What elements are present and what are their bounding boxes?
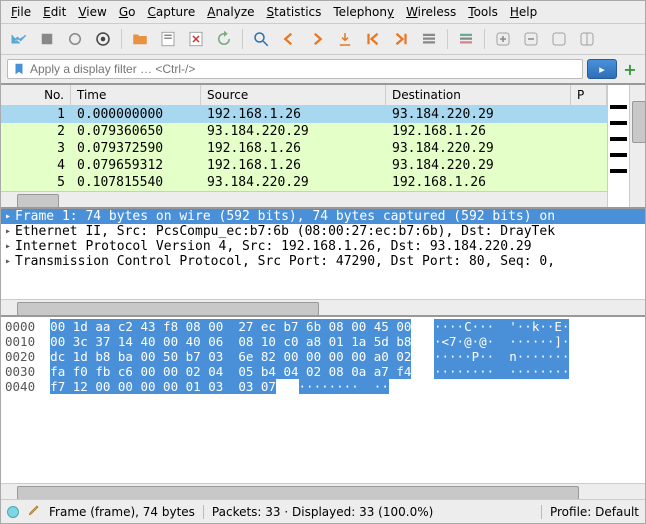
- hex-row[interactable]: 0030 fa f0 fb c6 00 00 02 04 05 b4 04 02…: [5, 364, 641, 379]
- col-protocol[interactable]: P: [571, 85, 607, 105]
- col-destination[interactable]: Destination: [386, 85, 571, 105]
- resize-columns-icon[interactable]: [575, 27, 599, 51]
- status-packets: Packets: 33 · Displayed: 33 (100.0%): [212, 505, 533, 519]
- packet-list-vscroll[interactable]: [629, 85, 645, 207]
- colorize-icon[interactable]: [454, 27, 478, 51]
- display-filter-input[interactable]: [30, 62, 578, 76]
- packet-list-pane: No. Time Source Destination P 10.0000000…: [1, 85, 645, 209]
- hex-row[interactable]: 0020 dc 1d b8 ba 00 50 b7 03 6e 82 00 00…: [5, 349, 641, 364]
- menu-file[interactable]: File: [7, 3, 35, 21]
- close-file-icon[interactable]: [184, 27, 208, 51]
- detail-row[interactable]: ▸Ethernet II, Src: PcsCompu_ec:b7:6b (08…: [1, 224, 645, 239]
- minimap[interactable]: [608, 85, 629, 207]
- stop-capture-icon[interactable]: [35, 27, 59, 51]
- packet-list-header[interactable]: No. Time Source Destination P: [1, 85, 607, 106]
- auto-scroll-icon[interactable]: [417, 27, 441, 51]
- filter-bar: ▸ +: [1, 55, 645, 85]
- menubar: File Edit View Go Capture Analyze Statis…: [1, 1, 645, 24]
- filter-add-button[interactable]: +: [621, 60, 639, 78]
- toolbar: [1, 24, 645, 55]
- bookmark-icon: [12, 62, 26, 76]
- hex-row[interactable]: 0040 f7 12 00 00 00 00 01 03 03 07 ·····…: [5, 379, 641, 394]
- edit-capture-comment-icon[interactable]: [27, 503, 41, 520]
- go-forward-icon[interactable]: [305, 27, 329, 51]
- filter-input-wrap[interactable]: [7, 59, 583, 79]
- filter-apply-button[interactable]: ▸: [587, 59, 617, 79]
- hex-row[interactable]: 0000 00 1d aa c2 43 f8 08 00 27 ec b7 6b…: [5, 319, 641, 334]
- zoom-out-icon[interactable]: [519, 27, 543, 51]
- hex-pane: 0000 00 1d aa c2 43 f8 08 00 27 ec b7 6b…: [1, 317, 645, 499]
- save-file-icon[interactable]: [156, 27, 180, 51]
- open-file-icon[interactable]: [128, 27, 152, 51]
- capture-options-icon[interactable]: [91, 27, 115, 51]
- find-packet-icon[interactable]: [249, 27, 273, 51]
- col-time[interactable]: Time: [71, 85, 201, 105]
- menu-go[interactable]: Go: [115, 3, 140, 21]
- status-bar: Frame (frame), 74 bytes Packets: 33 · Di…: [1, 499, 645, 523]
- menu-tools[interactable]: Tools: [464, 3, 502, 21]
- jump-to-icon[interactable]: [333, 27, 357, 51]
- start-capture-icon[interactable]: [7, 27, 31, 51]
- zoom-reset-icon[interactable]: [547, 27, 571, 51]
- expert-info-icon[interactable]: [7, 506, 19, 518]
- hex-rows[interactable]: 0000 00 1d aa c2 43 f8 08 00 27 ec b7 6b…: [1, 317, 645, 396]
- restart-capture-icon[interactable]: [63, 27, 87, 51]
- menu-wireless[interactable]: Wireless: [402, 3, 460, 21]
- packet-row[interactable]: 50.10781554093.184.220.29192.168.1.26: [1, 174, 607, 191]
- detail-row[interactable]: ▸Transmission Control Protocol, Src Port…: [1, 254, 645, 269]
- packet-row[interactable]: 10.000000000192.168.1.2693.184.220.29: [1, 106, 607, 123]
- menu-view[interactable]: View: [74, 3, 110, 21]
- reload-icon[interactable]: [212, 27, 236, 51]
- zoom-in-icon[interactable]: [491, 27, 515, 51]
- packet-minimap: [607, 85, 645, 207]
- menu-statistics[interactable]: Statistics: [263, 3, 326, 21]
- hex-row[interactable]: 0010 00 3c 37 14 40 00 40 06 08 10 c0 a8…: [5, 334, 641, 349]
- col-no[interactable]: No.: [1, 85, 71, 105]
- detail-row[interactable]: ▸Internet Protocol Version 4, Src: 192.1…: [1, 239, 645, 254]
- menu-edit[interactable]: Edit: [39, 3, 70, 21]
- packet-row[interactable]: 30.079372590192.168.1.2693.184.220.29: [1, 140, 607, 157]
- status-profile[interactable]: Profile: Default: [550, 505, 639, 519]
- hex-hscroll[interactable]: [1, 483, 645, 499]
- go-first-icon[interactable]: [361, 27, 385, 51]
- menu-help[interactable]: Help: [506, 3, 541, 21]
- menu-analyze[interactable]: Analyze: [203, 3, 258, 21]
- packet-details-pane: ▸Frame 1: 74 bytes on wire (592 bits), 7…: [1, 209, 645, 317]
- menu-telephony[interactable]: Telephony: [329, 3, 398, 21]
- status-frame: Frame (frame), 74 bytes: [49, 505, 195, 519]
- detail-row[interactable]: ▸Frame 1: 74 bytes on wire (592 bits), 7…: [1, 209, 645, 224]
- go-back-icon[interactable]: [277, 27, 301, 51]
- menu-capture[interactable]: Capture: [143, 3, 199, 21]
- packet-row[interactable]: 40.079659312192.168.1.2693.184.220.29: [1, 157, 607, 174]
- go-last-icon[interactable]: [389, 27, 413, 51]
- packet-rows[interactable]: 10.000000000192.168.1.2693.184.220.2920.…: [1, 106, 607, 191]
- col-source[interactable]: Source: [201, 85, 386, 105]
- packet-row[interactable]: 20.07936065093.184.220.29192.168.1.26: [1, 123, 607, 140]
- details-hscroll[interactable]: [1, 299, 645, 315]
- packet-list-hscroll[interactable]: [1, 191, 607, 207]
